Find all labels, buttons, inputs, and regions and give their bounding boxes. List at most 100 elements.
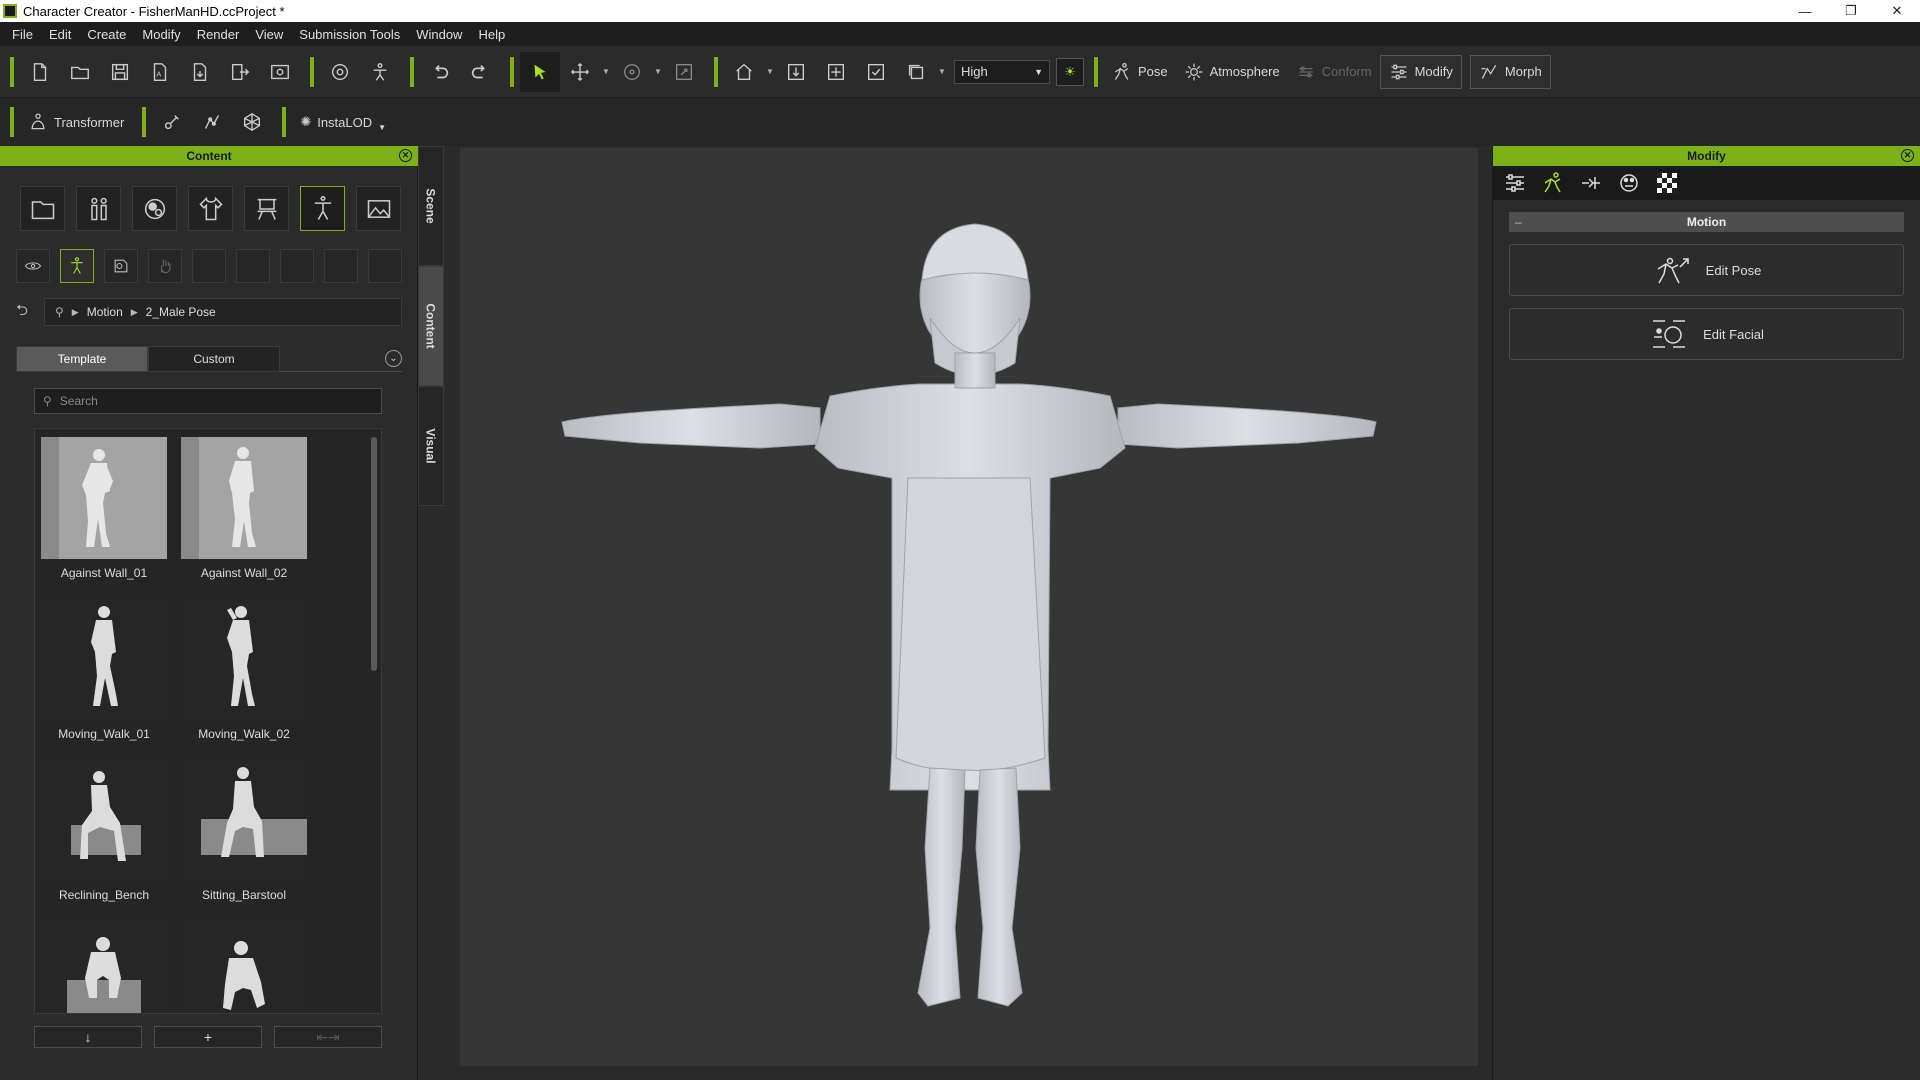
bone-icon[interactable] — [152, 102, 192, 142]
list-item[interactable]: Against Wall_02 — [181, 437, 307, 598]
character-icon[interactable] — [360, 52, 400, 92]
toolbar-grip[interactable] — [10, 56, 14, 87]
undo-icon[interactable] — [420, 52, 460, 92]
open-folder-icon[interactable] — [60, 52, 100, 92]
edit-pose-button[interactable]: Edit Pose — [1509, 244, 1904, 296]
scale-icon[interactable] — [664, 52, 704, 92]
toolbar-grip[interactable] — [10, 107, 14, 137]
conform-button[interactable]: Conform — [1288, 55, 1380, 89]
move-icon[interactable] — [560, 52, 600, 92]
download-button[interactable]: ↓ — [34, 1026, 142, 1048]
scene-props-icon[interactable] — [244, 186, 289, 231]
close-icon[interactable]: ✕ — [399, 149, 412, 162]
menu-render[interactable]: Render — [189, 27, 248, 42]
import-icon[interactable]: A — [140, 52, 180, 92]
close-icon[interactable]: ✕ — [1874, 0, 1920, 22]
home-icon[interactable] — [724, 52, 764, 92]
collapse-icon[interactable]: – — [1515, 215, 1522, 229]
tab-custom[interactable]: Custom — [148, 346, 280, 372]
hand-pose-icon[interactable] — [148, 249, 182, 283]
tab-scene[interactable]: Scene — [418, 146, 444, 266]
morph-button[interactable]: Morph — [1469, 54, 1551, 89]
toolbar-grip[interactable] — [410, 56, 414, 87]
back-arrow-icon[interactable]: ⮌ — [16, 300, 44, 325]
export-icon[interactable] — [180, 52, 220, 92]
close-icon[interactable]: ✕ — [1901, 149, 1914, 162]
apply-button[interactable]: ⇤⇥ — [274, 1026, 382, 1048]
list-item[interactable] — [41, 920, 167, 1013]
tab-template[interactable]: Template — [16, 346, 148, 372]
list-item[interactable]: Against Wall_01 — [41, 437, 167, 598]
morph-tab-icon[interactable] — [1575, 168, 1607, 198]
menu-modify[interactable]: Modify — [134, 27, 188, 42]
render-quality-select[interactable]: High ▼ — [954, 59, 1050, 84]
toolbar-grip[interactable] — [142, 107, 147, 137]
menu-edit[interactable]: Edit — [41, 27, 79, 42]
align-icon[interactable] — [816, 52, 856, 92]
attribute-sliders-icon[interactable] — [1499, 168, 1531, 198]
render-icon[interactable] — [260, 52, 300, 92]
material-tab-icon[interactable] — [1613, 168, 1645, 198]
motion-tab-icon[interactable] — [1537, 168, 1569, 198]
redo-icon[interactable] — [460, 52, 500, 92]
tab-content[interactable]: Content — [418, 266, 444, 386]
search-input[interactable]: ⚲ Search — [34, 388, 382, 414]
facial-expression-icon[interactable] — [104, 249, 138, 283]
menu-submission-tools[interactable]: Submission Tools — [291, 27, 408, 42]
motion-pose-icon[interactable] — [300, 186, 345, 231]
environment-icon[interactable] — [356, 186, 401, 231]
restore-icon[interactable]: ❐ — [1828, 0, 1874, 22]
skin-materials-icon[interactable] — [132, 186, 177, 231]
snap-icon[interactable] — [856, 52, 896, 92]
breadcrumb-item[interactable]: Motion — [87, 305, 123, 319]
chevron-down-icon[interactable]: ▼ — [764, 52, 776, 92]
tab-visual[interactable]: Visual — [418, 386, 444, 506]
toolbar-grip[interactable] — [714, 56, 718, 87]
chevron-down-icon[interactable]: ⌄ — [385, 350, 402, 367]
menu-window[interactable]: Window — [408, 27, 470, 42]
list-item[interactable]: Reclining_Bench — [41, 759, 167, 920]
menu-view[interactable]: View — [247, 27, 291, 42]
new-file-icon[interactable] — [20, 52, 60, 92]
menu-file[interactable]: File — [4, 27, 41, 42]
breadcrumb-item[interactable]: 2_Male Pose — [146, 305, 216, 319]
list-item[interactable] — [181, 920, 307, 1013]
list-item[interactable]: Moving_Walk_01 — [41, 598, 167, 759]
atmosphere-button[interactable]: Atmosphere — [1176, 55, 1288, 89]
add-button[interactable]: + — [154, 1026, 262, 1048]
global-icon[interactable] — [320, 52, 360, 92]
select-arrow-icon[interactable] — [520, 51, 560, 92]
3d-viewport[interactable] — [460, 148, 1478, 1066]
light-toggle-icon[interactable]: ☀ — [1056, 57, 1084, 86]
menu-create[interactable]: Create — [79, 27, 134, 42]
chevron-down-icon[interactable]: ▼ — [936, 52, 948, 92]
chevron-down-icon[interactable]: ▼ — [652, 52, 664, 92]
toolbar-grip[interactable] — [1094, 56, 1098, 87]
folder-icon[interactable] — [20, 186, 65, 231]
rotate-icon[interactable] — [612, 52, 652, 92]
layers-icon[interactable] — [896, 52, 936, 92]
menu-help[interactable]: Help — [470, 27, 513, 42]
skin-weight-icon[interactable] — [192, 102, 232, 142]
clothing-icon[interactable] — [188, 186, 233, 231]
toolbar-grip[interactable] — [510, 56, 514, 87]
look-at-icon[interactable] — [16, 249, 50, 283]
edit-facial-button[interactable]: Edit Facial — [1509, 308, 1904, 360]
body-pose-icon[interactable] — [60, 249, 94, 283]
toolbar-grip[interactable] — [282, 107, 287, 137]
list-item[interactable]: Sitting_Barstool — [181, 759, 307, 920]
instalod-button[interactable]: ✺ InstaLOD ▼ — [292, 105, 394, 139]
transformer-button[interactable]: Transformer — [20, 105, 132, 139]
character-model[interactable] — [460, 148, 1478, 1066]
scrollbar[interactable] — [371, 437, 377, 671]
texture-checker-icon[interactable] — [1651, 168, 1683, 198]
chevron-down-icon[interactable]: ▼ — [600, 52, 612, 92]
modify-button[interactable]: Modify — [1379, 54, 1462, 89]
mesh-icon[interactable] — [232, 102, 272, 142]
pose-button[interactable]: Pose — [1104, 55, 1176, 89]
save-icon[interactable] — [100, 52, 140, 92]
drop-to-floor-icon[interactable] — [776, 52, 816, 92]
send-icon[interactable] — [220, 52, 260, 92]
list-item[interactable]: Moving_Walk_02 — [181, 598, 307, 759]
toolbar-grip[interactable] — [310, 56, 314, 87]
